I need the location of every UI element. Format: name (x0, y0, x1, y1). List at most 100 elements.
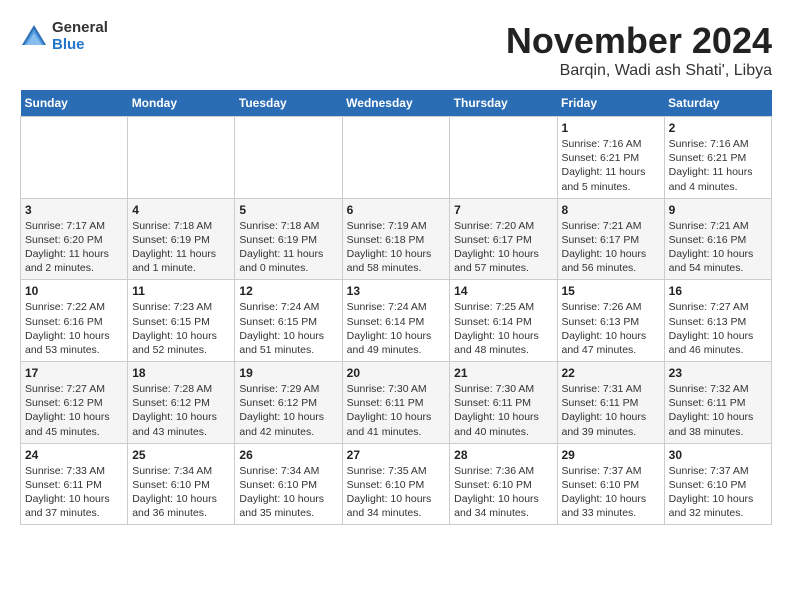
day-info: Sunrise: 7:22 AM Sunset: 6:16 PM Dayligh… (25, 300, 123, 357)
day-info: Sunrise: 7:26 AM Sunset: 6:13 PM Dayligh… (562, 300, 660, 357)
day-info: Sunrise: 7:32 AM Sunset: 6:11 PM Dayligh… (669, 382, 767, 439)
logo-icon (20, 23, 48, 51)
day-info: Sunrise: 7:17 AM Sunset: 6:20 PM Dayligh… (25, 219, 123, 276)
day-info: Sunrise: 7:27 AM Sunset: 6:12 PM Dayligh… (25, 382, 123, 439)
day-number: 27 (347, 448, 446, 462)
day-number: 13 (347, 284, 446, 298)
logo-general-text: General (52, 20, 108, 37)
day-info: Sunrise: 7:37 AM Sunset: 6:10 PM Dayligh… (562, 464, 660, 521)
day-info: Sunrise: 7:35 AM Sunset: 6:10 PM Dayligh… (347, 464, 446, 521)
calendar-cell (128, 117, 235, 199)
calendar-cell: 1Sunrise: 7:16 AM Sunset: 6:21 PM Daylig… (557, 117, 664, 199)
calendar-week-row: 24Sunrise: 7:33 AM Sunset: 6:11 PM Dayli… (21, 443, 772, 525)
day-number: 29 (562, 448, 660, 462)
day-number: 15 (562, 284, 660, 298)
day-number: 9 (669, 203, 767, 217)
day-info: Sunrise: 7:36 AM Sunset: 6:10 PM Dayligh… (454, 464, 552, 521)
day-number: 6 (347, 203, 446, 217)
calendar-header-row: SundayMondayTuesdayWednesdayThursdayFrid… (21, 90, 772, 117)
day-info: Sunrise: 7:21 AM Sunset: 6:16 PM Dayligh… (669, 219, 767, 276)
calendar-cell: 9 Sunrise: 7:21 AM Sunset: 6:16 PM Daylig… (664, 198, 771, 280)
calendar-cell (450, 117, 557, 199)
day-number: 24 (25, 448, 123, 462)
day-info: Sunrise: 7:18 AM Sunset: 6:19 PM Dayligh… (132, 219, 230, 276)
calendar-cell: 2 Sunrise: 7:16 AM Sunset: 6:21 PM Daylig… (664, 117, 771, 199)
day-number: 23 (669, 366, 767, 380)
weekday-header: Wednesday (342, 90, 450, 117)
day-number: 1 (562, 121, 660, 135)
logo: General Blue (20, 20, 108, 53)
header: General Blue November 2024 Barqin, Wadi … (20, 20, 772, 80)
calendar-week-row: 1 Sunrise: 7:16 AM Sunset: 6:21 PM Daylig… (21, 117, 772, 199)
location-subtitle: Barqin, Wadi ash Shati', Libya (506, 62, 772, 80)
weekday-header: Tuesday (235, 90, 342, 117)
calendar-cell: 8 Sunrise: 7:21 AM Sunset: 6:17 PM Daylig… (557, 198, 664, 280)
day-info: Sunrise: 7:30 AM Sunset: 6:11 PM Dayligh… (454, 382, 552, 439)
calendar-week-row: 10 Sunrise: 7:22 AM Sunset: 6:16 PM Dayli… (21, 280, 772, 362)
calendar-cell: 10 Sunrise: 7:22 AM Sunset: 6:16 PM Dayli… (21, 280, 128, 362)
day-number: 26 (239, 448, 337, 462)
calendar-cell: 11Sunrise: 7:23 AM Sunset: 6:15 PM Dayli… (128, 280, 235, 362)
day-info: Sunrise: 7:21 AM Sunset: 6:17 PM Dayligh… (562, 219, 660, 276)
day-number: 17 (25, 366, 123, 380)
logo-blue-text: Blue (52, 37, 108, 54)
day-info: Sunrise: 7:24 AM Sunset: 6:15 PM Dayligh… (239, 300, 337, 357)
calendar-table: SundayMondayTuesdayWednesdayThursdayFrid… (20, 90, 772, 525)
day-number: 11 (132, 284, 230, 298)
calendar-cell: 28 Sunrise: 7:36 AM Sunset: 6:10 PM Dayli… (450, 443, 557, 525)
day-number: 25 (132, 448, 230, 462)
day-info: Sunrise: 7:28 AM Sunset: 6:12 PM Dayligh… (132, 382, 230, 439)
calendar-week-row: 3 Sunrise: 7:17 AM Sunset: 6:20 PM Daylig… (21, 198, 772, 280)
day-number: 21 (454, 366, 552, 380)
day-info: Sunrise: 7:29 AM Sunset: 6:12 PM Dayligh… (239, 382, 337, 439)
day-number: 2 (669, 121, 767, 135)
day-number: 8 (562, 203, 660, 217)
day-number: 19 (239, 366, 337, 380)
day-number: 18 (132, 366, 230, 380)
calendar-cell: 25 Sunrise: 7:34 AM Sunset: 6:10 PM Dayli… (128, 443, 235, 525)
calendar-cell (235, 117, 342, 199)
calendar-cell: 15 Sunrise: 7:26 AM Sunset: 6:13 PM Dayli… (557, 280, 664, 362)
calendar-cell: 26 Sunrise: 7:34 AM Sunset: 6:10 PM Dayli… (235, 443, 342, 525)
calendar-cell (21, 117, 128, 199)
day-info: Sunrise: 7:27 AM Sunset: 6:13 PM Dayligh… (669, 300, 767, 357)
day-info: Sunrise: 7:34 AM Sunset: 6:10 PM Dayligh… (239, 464, 337, 521)
logo-text: General Blue (52, 20, 108, 53)
calendar-cell: 4Sunrise: 7:18 AM Sunset: 6:19 PM Daylig… (128, 198, 235, 280)
day-number: 20 (347, 366, 446, 380)
calendar-cell: 17 Sunrise: 7:27 AM Sunset: 6:12 PM Dayli… (21, 362, 128, 444)
calendar-cell: 23 Sunrise: 7:32 AM Sunset: 6:11 PM Dayli… (664, 362, 771, 444)
calendar-cell (342, 117, 450, 199)
calendar-cell: 22 Sunrise: 7:31 AM Sunset: 6:11 PM Dayli… (557, 362, 664, 444)
title-area: November 2024 Barqin, Wadi ash Shati', L… (506, 20, 772, 80)
day-info: Sunrise: 7:19 AM Sunset: 6:18 PM Dayligh… (347, 219, 446, 276)
calendar-week-row: 17 Sunrise: 7:27 AM Sunset: 6:12 PM Dayli… (21, 362, 772, 444)
day-number: 14 (454, 284, 552, 298)
weekday-header: Friday (557, 90, 664, 117)
weekday-header: Sunday (21, 90, 128, 117)
day-info: Sunrise: 7:20 AM Sunset: 6:17 PM Dayligh… (454, 219, 552, 276)
day-info: Sunrise: 7:37 AM Sunset: 6:10 PM Dayligh… (669, 464, 767, 521)
calendar-cell: 24Sunrise: 7:33 AM Sunset: 6:11 PM Dayli… (21, 443, 128, 525)
day-number: 22 (562, 366, 660, 380)
calendar-cell: 19 Sunrise: 7:29 AM Sunset: 6:12 PM Dayli… (235, 362, 342, 444)
calendar-cell: 12 Sunrise: 7:24 AM Sunset: 6:15 PM Dayli… (235, 280, 342, 362)
day-info: Sunrise: 7:34 AM Sunset: 6:10 PM Dayligh… (132, 464, 230, 521)
day-info: Sunrise: 7:16 AM Sunset: 6:21 PM Dayligh… (669, 137, 767, 194)
day-number: 28 (454, 448, 552, 462)
calendar-cell: 30Sunrise: 7:37 AM Sunset: 6:10 PM Dayli… (664, 443, 771, 525)
calendar-cell: 21 Sunrise: 7:30 AM Sunset: 6:11 PM Dayli… (450, 362, 557, 444)
day-number: 5 (239, 203, 337, 217)
calendar-cell: 29 Sunrise: 7:37 AM Sunset: 6:10 PM Dayli… (557, 443, 664, 525)
weekday-header: Monday (128, 90, 235, 117)
day-number: 12 (239, 284, 337, 298)
day-number: 3 (25, 203, 123, 217)
day-info: Sunrise: 7:24 AM Sunset: 6:14 PM Dayligh… (347, 300, 446, 357)
weekday-header: Thursday (450, 90, 557, 117)
calendar-cell: 7Sunrise: 7:20 AM Sunset: 6:17 PM Daylig… (450, 198, 557, 280)
calendar-cell: 20 Sunrise: 7:30 AM Sunset: 6:11 PM Dayli… (342, 362, 450, 444)
day-info: Sunrise: 7:31 AM Sunset: 6:11 PM Dayligh… (562, 382, 660, 439)
day-info: Sunrise: 7:30 AM Sunset: 6:11 PM Dayligh… (347, 382, 446, 439)
day-number: 10 (25, 284, 123, 298)
calendar-cell: 27 Sunrise: 7:35 AM Sunset: 6:10 PM Dayli… (342, 443, 450, 525)
